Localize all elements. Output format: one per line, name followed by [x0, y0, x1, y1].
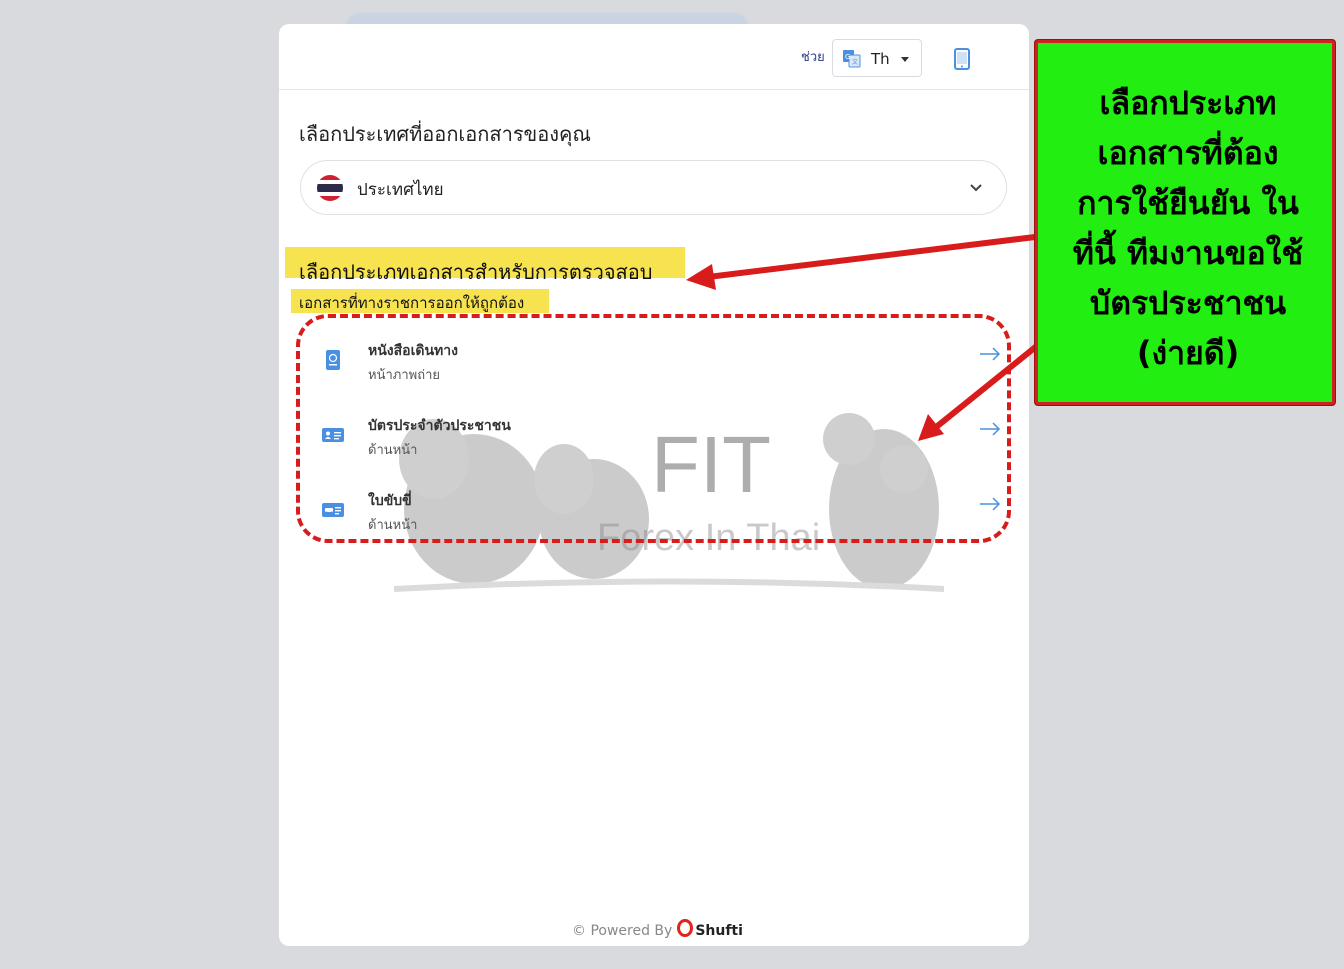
document-option-driver-license[interactable]: ใบขับขี่ ด้านหน้า: [309, 490, 1009, 550]
callout-line: เอกสารที่ต้อง: [1097, 134, 1279, 172]
top-bar: ช่วย G 文 Th: [279, 24, 1029, 90]
document-section-title: เลือกประเภทเอกสารสำหรับการตรวจสอบ: [299, 260, 653, 284]
svg-text:文: 文: [852, 58, 858, 66]
selected-country: ประเทศไทย: [357, 180, 444, 200]
id-card-icon: [322, 428, 344, 442]
powered-by-footer: © Powered By Shufti: [572, 919, 743, 939]
callout-line: ที่นี้ ทีมงานขอใช้: [1072, 234, 1304, 272]
powered-by-text: © Powered By: [572, 923, 673, 939]
callout-line: บัตรประชาชน: [1089, 284, 1287, 322]
verification-card: ช่วย G 文 Th เลือกประเทศที่ออกเอกสารของคุ…: [279, 24, 1029, 946]
passport-icon: [326, 350, 340, 370]
document-option-passport[interactable]: หนังสือเดินทาง หน้าภาพถ่าย: [309, 340, 1009, 400]
callout-line: (ง่ายดี): [1136, 334, 1240, 372]
caret-down-icon: [901, 57, 909, 62]
arrow-right-icon: [980, 347, 1001, 361]
document-name: บัตรประจำตัวประชาชน: [368, 418, 511, 434]
document-option-id-card[interactable]: บัตรประจำตัวประชาชน ด้านหน้า: [309, 415, 1009, 475]
country-dropdown[interactable]: ประเทศไทย: [300, 160, 1007, 215]
driver-license-icon: [322, 503, 344, 517]
document-name: หนังสือเดินทาง: [368, 343, 458, 359]
translate-icon: G 文: [843, 50, 861, 68]
annotation-callout: เลือกประเภท เอกสารที่ต้อง การใช้ยืนยัน ใ…: [1035, 40, 1335, 405]
country-section-title: เลือกประเทศที่ออกเอกสารของคุณ: [299, 122, 591, 146]
callout-line: เลือกประเภท: [1099, 84, 1277, 122]
document-description: ด้านหน้า: [368, 443, 418, 458]
document-section-subtitle: เอกสารที่ทางราชการออกให้ถูกต้อง: [299, 294, 525, 312]
document-name: ใบขับขี่: [368, 493, 412, 509]
shufti-logo-icon: [677, 919, 694, 937]
callout-text: เลือกประเภท เอกสารที่ต้อง การใช้ยืนยัน ใ…: [1046, 78, 1330, 378]
svg-text:G: G: [845, 53, 850, 61]
mobile-phone-icon[interactable]: [954, 48, 970, 70]
language-selector[interactable]: G 文 Th: [832, 39, 922, 77]
document-description: หน้าภาพถ่าย: [368, 368, 440, 383]
language-label: Th: [871, 50, 890, 68]
callout-line: การใช้ยืนยัน ใน: [1077, 184, 1299, 222]
chevron-down-icon: [970, 184, 982, 192]
thailand-flag-icon: [317, 175, 343, 201]
help-link[interactable]: ช่วย: [801, 46, 825, 67]
shufti-brand[interactable]: Shufti: [695, 923, 743, 939]
arrow-right-icon: [980, 422, 1001, 436]
document-description: ด้านหน้า: [368, 518, 418, 533]
arrow-right-icon: [980, 497, 1001, 511]
